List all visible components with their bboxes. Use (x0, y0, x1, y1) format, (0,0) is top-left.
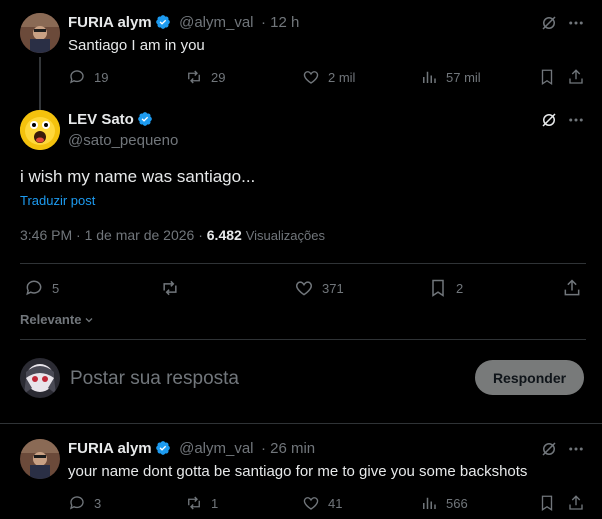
like-count: 41 (328, 495, 343, 511)
like-count: 371 (322, 280, 344, 296)
verified-icon (155, 14, 171, 30)
post-text: your name dont gotta be santiago for me … (68, 463, 528, 480)
bookmark-button[interactable]: 2 (428, 278, 463, 298)
repost-button[interactable]: 1 (185, 494, 218, 512)
reply-count: 5 (52, 280, 60, 296)
reply-count: 3 (94, 495, 102, 511)
reply-button-submit[interactable]: Responder (475, 360, 584, 395)
reply-input[interactable]: Postar sua resposta (70, 368, 239, 390)
timestamp-text[interactable]: 3:46 PM · 1 de mar de 2026 · (20, 227, 207, 243)
handle[interactable]: @sato_pequeno (68, 132, 178, 149)
like-count: 2 mil (328, 69, 356, 85)
like-button[interactable]: 371 (294, 278, 344, 298)
share-icon[interactable] (567, 494, 585, 517)
display-name[interactable]: LEV Sato (68, 111, 134, 128)
divider (20, 263, 586, 264)
post-timestamp: 3:46 PM · 1 de mar de 2026 · 6.482 Visua… (20, 227, 325, 243)
views-button[interactable]: 566 (420, 494, 468, 512)
post-time[interactable]: · 12 h (261, 14, 299, 31)
avatar[interactable] (20, 358, 60, 398)
avatar[interactable] (20, 439, 60, 479)
grok-icon[interactable] (540, 111, 558, 134)
post-text: i wish my name was santiago... (20, 167, 256, 186)
views-count: 566 (446, 495, 468, 511)
bookmark-icon[interactable] (538, 494, 556, 517)
views-button[interactable]: 57 mil (420, 68, 481, 86)
views-count: 6.482 (206, 227, 242, 243)
reply-button[interactable]: 19 (68, 68, 108, 86)
display-name[interactable]: FURIA alym (68, 14, 152, 31)
views-label[interactable]: Visualizações (246, 228, 325, 243)
reply-button[interactable]: 3 (68, 494, 101, 512)
display-name[interactable]: FURIA alym (68, 440, 152, 457)
translate-link[interactable]: Traduzir post (20, 193, 95, 208)
repost-button[interactable] (160, 278, 180, 303)
verified-icon (137, 111, 153, 127)
repost-count: 29 (211, 69, 226, 85)
post-header: FURIA alym @alym_val · 12 h (68, 14, 299, 32)
post-time[interactable]: · 26 min (261, 440, 315, 457)
chevron-down-icon (83, 314, 95, 326)
sort-dropdown[interactable]: Relevante (20, 312, 95, 327)
avatar[interactable] (20, 13, 60, 53)
reply-count: 19 (94, 69, 109, 85)
more-icon[interactable] (567, 111, 585, 134)
bookmark-count: 2 (456, 280, 464, 296)
sort-label: Relevante (20, 312, 82, 327)
post-text: Santiago I am in you (68, 37, 205, 54)
share-icon[interactable] (562, 278, 582, 303)
divider (0, 423, 602, 424)
repost-button[interactable]: 29 (185, 68, 225, 86)
repost-count: 1 (211, 495, 219, 511)
handle[interactable]: @alym_val (179, 14, 253, 31)
views-count: 57 mil (446, 69, 481, 85)
like-button[interactable]: 2 mil (302, 68, 355, 86)
post-header: FURIA alym @alym_val · 26 min (68, 440, 315, 458)
handle[interactable]: @alym_val (179, 440, 253, 457)
divider (20, 339, 586, 340)
grok-icon[interactable] (540, 14, 558, 37)
bookmark-icon[interactable] (538, 68, 556, 91)
grok-icon[interactable] (540, 440, 558, 463)
reply-button[interactable]: 5 (24, 278, 59, 298)
more-icon[interactable] (567, 440, 585, 463)
post-header: LEV Sato (68, 111, 153, 129)
share-icon[interactable] (567, 68, 585, 91)
verified-icon (155, 440, 171, 456)
avatar[interactable] (20, 110, 60, 150)
more-icon[interactable] (567, 14, 585, 37)
like-button[interactable]: 41 (302, 494, 342, 512)
thread-line (39, 57, 41, 111)
